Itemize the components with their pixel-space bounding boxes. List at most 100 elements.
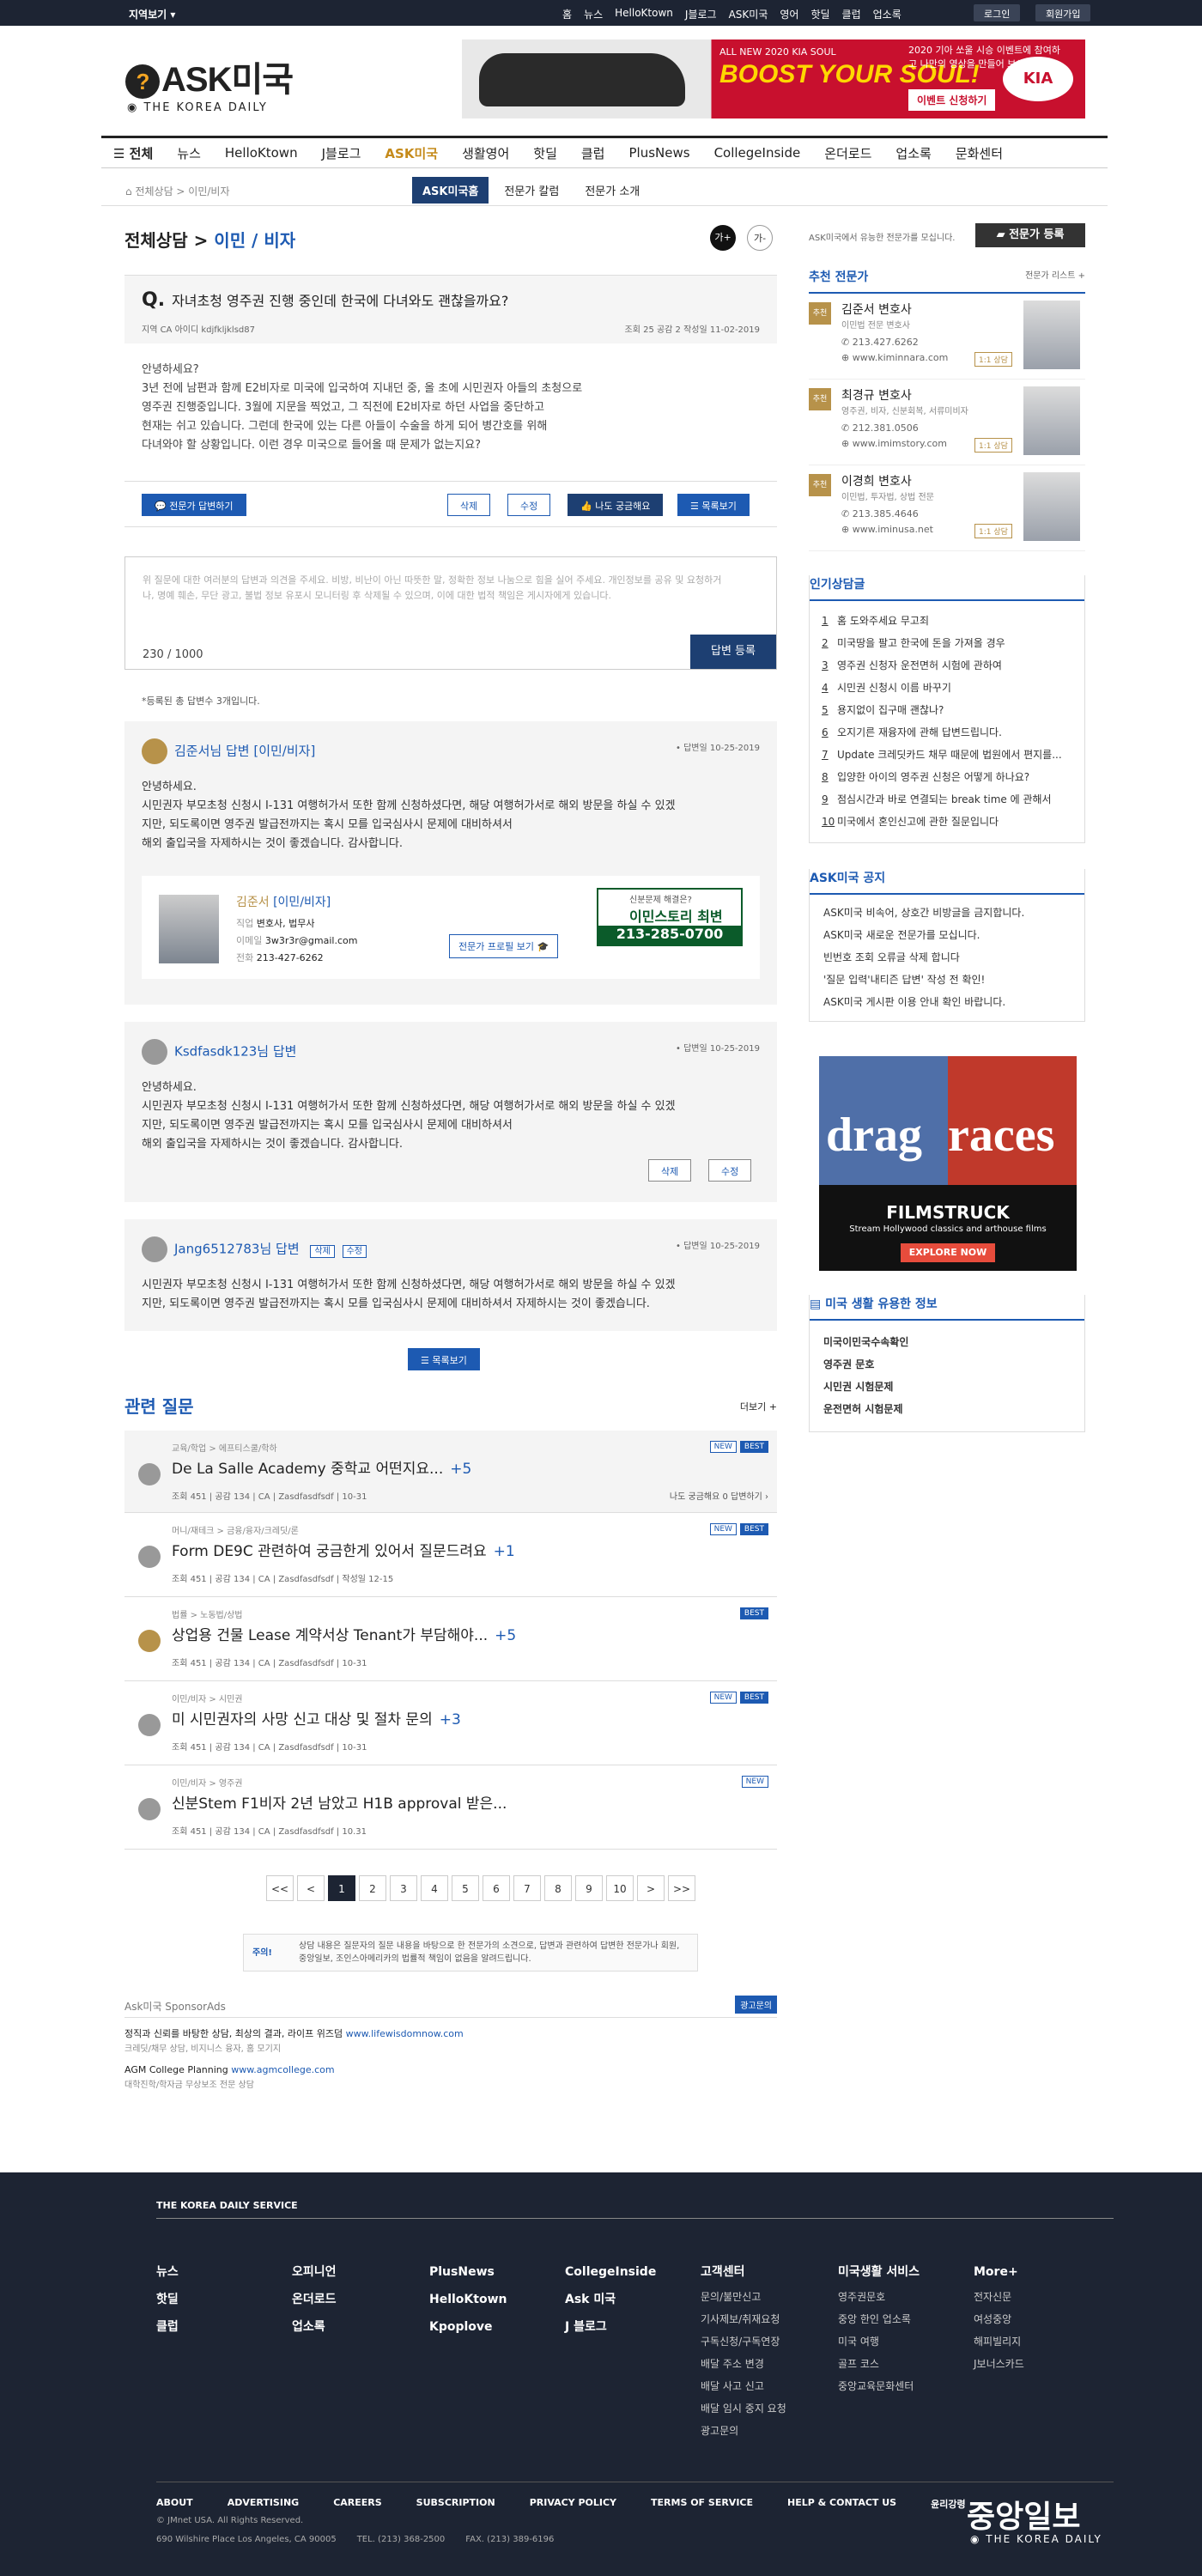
fl[interactable]: 여성중앙 (974, 2308, 1024, 2330)
page-first[interactable]: << (266, 1875, 294, 1901)
font-increase-button[interactable]: 가+ (710, 225, 736, 251)
pop-item[interactable]: 6 오지기른 재융자에 관해 답변드립니다. (810, 721, 1084, 744)
page-8[interactable]: 8 (544, 1875, 572, 1901)
nav-hotdeal[interactable]: 핫딜 (521, 144, 569, 162)
page-5[interactable]: 5 (452, 1875, 479, 1901)
font-decrease-button[interactable]: 가- (747, 225, 773, 251)
fl[interactable]: 문의/불만신고 (701, 2286, 786, 2308)
pop-item[interactable]: 7 Update 크레딧카드 채무 때문에 법원에서 편지를... (810, 744, 1084, 766)
page-7[interactable]: 7 (513, 1875, 541, 1901)
nav-directory[interactable]: 업소록 (883, 144, 943, 162)
tab-expert-intro[interactable]: 전문가 소개 (574, 177, 650, 204)
fl[interactable]: TERMS OF SERVICE (651, 2497, 753, 2511)
fl[interactable]: 배달 주소 변경 (701, 2353, 786, 2375)
fl[interactable]: 중앙교육문화센터 (838, 2375, 914, 2397)
pop-item[interactable]: 2 미국땅을 팔고 한국에 돈을 가져올 경우 (810, 632, 1084, 654)
related-item[interactable]: 법률 > 노동법/상법 상업용 건물 Lease 계약서상 Tenant가 부담… (124, 1597, 777, 1681)
register-expert-button[interactable]: ▰ 전문가 등록 (975, 223, 1085, 247)
top-link-home[interactable]: 홈 (562, 7, 572, 21)
tab-ask-home[interactable]: ASK미국홈 (412, 177, 489, 204)
related-extra[interactable]: 나도 궁금해요 0 답변하기 › (670, 1489, 768, 1502)
top-link-helloktown[interactable]: HelloKtown (615, 7, 673, 21)
sponsor-url-2[interactable]: www.agmcollege.com (231, 2064, 334, 2075)
fl[interactable]: 기사제보/취재요청 (701, 2308, 786, 2330)
related-item[interactable]: 교육/학업 > 에프티스쿨/학하 De La Salle Academy 중학교… (124, 1431, 777, 1513)
expert-item[interactable]: 추천 최경규 변호사 영주권, 비자, 신분회복, 서류미비자 ✆ 212.38… (809, 380, 1085, 465)
pop-item[interactable]: 9 점심시간과 바로 연결되는 break time 에 관해서 (810, 788, 1084, 811)
answerer-name[interactable]: Ksdfasdk123님 답변 (174, 1044, 296, 1060)
info-item[interactable]: 시민권 시험문제 (810, 1376, 1084, 1398)
curious-button[interactable]: 👍 나도 궁금해요 (568, 494, 664, 516)
nav-culture[interactable]: 문화센터 (944, 144, 1015, 162)
sponsor-title-2[interactable]: AGM College Planning (124, 2064, 228, 2075)
nav-ontheroad[interactable]: 온더로드 (812, 144, 883, 162)
info-item[interactable]: 영주권 문호 (810, 1353, 1084, 1376)
notice-item[interactable]: '질문 입력'내티즌 답변' 작성 전 확인! (810, 969, 1084, 991)
expert-item[interactable]: 추천 김준서 변호사 이민법 전문 변호사 ✆ 213.427.6262 ⊕ w… (809, 294, 1085, 380)
pop-item[interactable]: 10 미국에서 혼인신고에 관한 질문입니다 (810, 811, 1084, 833)
consult-button[interactable]: 1:1 상담 (974, 438, 1012, 453)
top-link-english[interactable]: 영어 (780, 7, 798, 21)
expert-name[interactable]: 최경규 변호사 (841, 386, 912, 404)
notice-item[interactable]: ASK미국 비속어, 상호간 비방글을 금지합니다. (810, 902, 1084, 924)
fl[interactable]: 구독신청/구독연장 (701, 2330, 786, 2353)
notice-item[interactable]: ASK미국 게시판 이용 안내 확인 바랍니다. (810, 991, 1084, 1013)
delete-button[interactable]: 삭제 (447, 494, 491, 516)
related-item[interactable]: 머니/재테크 > 금융/융자/크레딧/론 Form DE9C 관련하여 궁금한게… (124, 1513, 777, 1597)
page-prev[interactable]: < (297, 1875, 325, 1901)
edit-button[interactable]: 수정 (507, 494, 551, 516)
answer-edit-button[interactable]: 수정 (708, 1159, 752, 1182)
page-2[interactable]: 2 (359, 1875, 386, 1901)
ad-cta-button[interactable]: 이벤트 신청하기 (908, 89, 996, 111)
home-icon[interactable]: ⌂ (125, 185, 132, 197)
ask-logo[interactable]: ? ASK미국 (125, 52, 294, 101)
fl[interactable]: 배달 임시 중지 요청 (701, 2397, 786, 2420)
fl[interactable]: 중앙 한인 업소록 (838, 2308, 914, 2330)
fl[interactable]: 업소록 (292, 2313, 337, 2341)
fl[interactable]: 온더로드 (292, 2286, 337, 2313)
top-link-hotdeal[interactable]: 핫딜 (810, 7, 829, 21)
fl[interactable]: 윤리강령 (931, 2497, 965, 2511)
bottom-list-button[interactable]: ☰ 목록보기 (408, 1348, 480, 1370)
fl[interactable]: 골프 코스 (838, 2353, 914, 2375)
page-1[interactable]: 1 (328, 1875, 355, 1901)
fl[interactable]: 핫딜 (156, 2286, 179, 2313)
page-6[interactable]: 6 (483, 1875, 510, 1901)
nav-plusnews[interactable]: PlusNews (616, 145, 701, 161)
info-item[interactable]: 운전면허 시험문제 (810, 1398, 1084, 1420)
notice-item[interactable]: 빈번호 조회 오류글 삭제 합니다 (810, 946, 1084, 969)
info-item[interactable]: 미국이민국수속확인 (810, 1331, 1084, 1353)
consult-button[interactable]: 1:1 상담 (974, 524, 1012, 538)
pop-item[interactable]: 1홈 도와주세요 무고죄 (810, 610, 1084, 632)
explore-now-button[interactable]: EXPLORE NOW (901, 1243, 995, 1262)
answerer-name[interactable]: Jang6512783님 답변 (174, 1242, 300, 1257)
fl[interactable]: CollegeInside (565, 2258, 656, 2286)
pop-item[interactable]: 8 입양한 아이의 영주권 신청은 어떻게 하나요? (810, 766, 1084, 788)
expert-web[interactable]: ⊕ www.kiminnara.com (841, 352, 948, 363)
submit-answer-button[interactable]: 답변 등록 (690, 635, 776, 669)
page-4[interactable]: 4 (421, 1875, 448, 1901)
fl[interactable]: J보너스카드 (974, 2353, 1024, 2375)
nav-ask[interactable]: ASK미국 (373, 144, 450, 162)
fl[interactable]: Ask 미국 (565, 2286, 656, 2313)
fl[interactable]: HELP & CONTACT US (787, 2497, 896, 2511)
expert-profile-button[interactable]: 전문가 프로필 보기 🎓 (449, 934, 559, 958)
fl[interactable]: 광고문의 (701, 2420, 786, 2442)
region-selector[interactable]: 지역보기 ▾ (129, 7, 175, 21)
join-button[interactable]: 회원가입 (1035, 4, 1091, 21)
expert-list-link[interactable]: 전문가 리스트 + (1025, 268, 1085, 281)
pop-item[interactable]: 3 영주권 신청자 운전면허 시험에 관하여 (810, 654, 1084, 677)
nav-collegeinside[interactable]: CollegeInside (702, 145, 813, 161)
top-link-news[interactable]: 뉴스 (584, 7, 603, 21)
expert-answer-button[interactable]: 💬 전문가 답변하기 (142, 494, 246, 516)
answerer-name[interactable]: 김준서님 답변 (174, 744, 250, 759)
nav-english[interactable]: 생활영어 (450, 144, 521, 162)
fl[interactable]: 전자신문 (974, 2286, 1024, 2308)
nav-helloktown[interactable]: HelloKtown (213, 145, 310, 161)
expert-ad[interactable]: 신분문제 해결은? 이민스토리 최변 213-285-0700 (597, 888, 743, 946)
fl[interactable]: PlusNews (429, 2258, 507, 2286)
top-link-club[interactable]: 클럽 (842, 7, 861, 21)
answer3-delete-button[interactable]: 삭제 (310, 1244, 335, 1258)
top-link-ask[interactable]: ASK미국 (729, 7, 768, 21)
related-item[interactable]: 이민/비자 > 시민권 미 시민권자의 사망 신고 대상 및 절차 문의 +3 조… (124, 1681, 777, 1765)
